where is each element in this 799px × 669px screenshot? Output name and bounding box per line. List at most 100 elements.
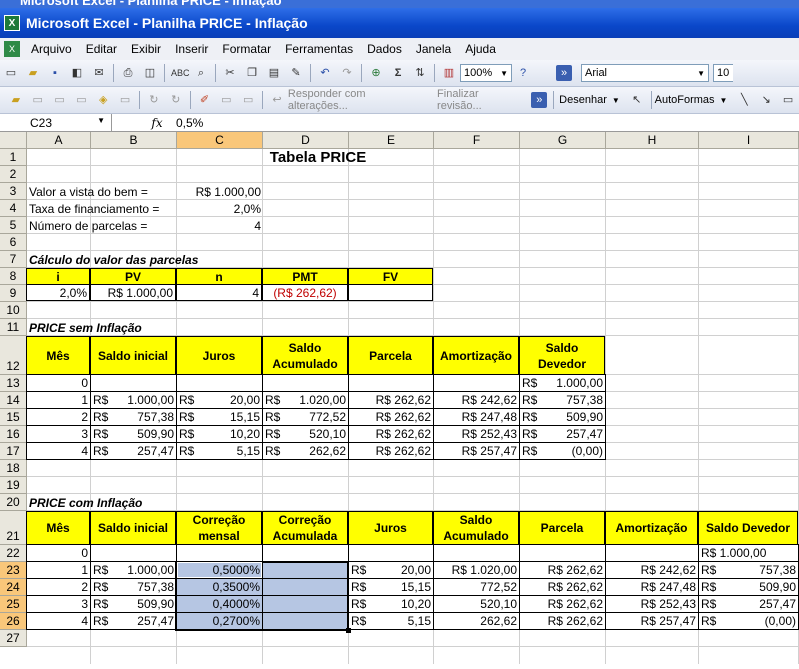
com-saldo-inicial[interactable]: R$ 509,90 [90, 595, 177, 613]
redo-icon[interactable]: ↷ [339, 65, 355, 81]
row-header-9[interactable]: 9 [0, 285, 27, 302]
com-mes[interactable]: 2 [26, 578, 91, 596]
worksheet-grid[interactable]: A B C D E F G H I 1 2 3 4 5 6 7 8 9 10 11 12 13 14 15 16 17 18 19 20… [0, 132, 799, 669]
workbook-icon[interactable]: X [4, 41, 20, 57]
sem-mes[interactable]: 2 [26, 408, 91, 426]
cut-icon[interactable]: ✂ [222, 65, 238, 81]
com-juros[interactable]: R$ 20,00 [348, 561, 434, 579]
com-header-juros[interactable]: Juros [348, 511, 433, 545]
input-label[interactable]: Valor a vista do bem = [27, 183, 177, 200]
com-saldo-inicial[interactable]: R$ 757,38 [90, 578, 177, 596]
rectangle-icon[interactable]: ▭ [780, 92, 796, 108]
permission-icon[interactable]: ◧ [69, 65, 85, 81]
com-correcao-mensal[interactable]: 0,2700% [176, 612, 263, 630]
sem-header-juros[interactable]: Juros [176, 336, 262, 375]
sem-header-saldo-acumulado[interactable]: Saldo Acumulado [262, 336, 348, 375]
com-header-correcao-mensal[interactable]: Correção mensal [176, 511, 262, 545]
chart-wizard-icon[interactable]: ▥ [441, 65, 457, 81]
sem-header-saldo-devedor[interactable]: Saldo Devedor [519, 336, 605, 375]
com-saldo-acumulado[interactable]: 772,52 [433, 578, 520, 596]
review-icon-7[interactable]: ↻ [168, 92, 184, 108]
column-header-b[interactable]: B [91, 132, 177, 149]
row-header-15[interactable]: 15 [0, 409, 27, 426]
row-header-21[interactable]: 21 [0, 511, 27, 545]
select-all-corner[interactable] [0, 132, 27, 149]
name-box[interactable]: C23 ▼ [0, 114, 112, 131]
com-saldo-inicial[interactable] [90, 544, 177, 562]
com-mes[interactable]: 4 [26, 612, 91, 630]
reply-changes-icon[interactable]: ↩ [269, 92, 285, 108]
sem-header-mes[interactable]: Mês [26, 336, 90, 375]
excel-app-icon[interactable]: X [4, 15, 20, 31]
toolbar-options-icon[interactable]: » [556, 65, 572, 81]
com-header-mes[interactable]: Mês [26, 511, 90, 545]
com-header-amortizacao[interactable]: Amortização [605, 511, 698, 545]
row-header-22[interactable]: 22 [0, 545, 27, 562]
format-painter-icon[interactable]: ✎ [288, 65, 304, 81]
sem-juros[interactable] [176, 374, 263, 392]
sem-amortizacao[interactable]: R$ 247,48 [433, 408, 520, 426]
review-icon-8[interactable]: ▭ [218, 92, 234, 108]
com-header-parcela[interactable]: Parcela [519, 511, 605, 545]
calc-value-n[interactable]: 4 [176, 284, 262, 301]
sem-saldo-inicial[interactable]: R$ 509,90 [90, 425, 177, 443]
sem-amortizacao[interactable]: R$ 257,47 [433, 442, 520, 460]
menu-inserir[interactable]: Inserir [168, 42, 215, 56]
menu-ajuda[interactable]: Ajuda [458, 42, 503, 56]
row-header-8[interactable]: 8 [0, 268, 27, 285]
menu-exibir[interactable]: Exibir [124, 42, 168, 56]
row-header-1[interactable]: 1 [0, 149, 27, 166]
calc-value-fv[interactable] [348, 284, 433, 301]
font-size-select[interactable]: 10 [713, 64, 733, 82]
row-header-18[interactable]: 18 [0, 460, 27, 477]
row-header-23[interactable]: 23 [0, 562, 27, 579]
save-icon[interactable]: ▪ [47, 65, 63, 81]
sem-parcela[interactable] [348, 374, 434, 392]
sem-header-parcela[interactable]: Parcela [348, 336, 433, 375]
column-header-g[interactable]: G [520, 132, 606, 149]
column-header-f[interactable]: F [434, 132, 520, 149]
menu-ferramentas[interactable]: Ferramentas [278, 42, 360, 56]
sem-parcela[interactable]: R$ 262,62 [348, 408, 434, 426]
com-saldo-acumulado[interactable]: R$ 1.020,00 [433, 561, 520, 579]
row-header-14[interactable]: 14 [0, 392, 27, 409]
zoom-select[interactable]: 100% ▼ [460, 64, 512, 82]
com-correcao-mensal[interactable]: 0,3500% [176, 578, 263, 596]
sem-saldo-devedor[interactable]: R$ 1.000,00 [519, 374, 606, 392]
paste-icon[interactable]: ▤ [266, 65, 282, 81]
sem-mes[interactable]: 1 [26, 391, 91, 409]
sem-parcela[interactable]: R$ 262,62 [348, 391, 434, 409]
row-header-11[interactable]: 11 [0, 319, 27, 336]
hyperlink-icon[interactable]: ⊕ [368, 65, 384, 81]
price-sem-title[interactable]: PRICE sem Inflação [27, 319, 263, 336]
calc-header-i[interactable]: i [26, 268, 90, 285]
line-icon[interactable]: ╲ [736, 92, 752, 108]
com-amortizacao[interactable]: R$ 257,47 [605, 612, 699, 630]
com-saldo-inicial[interactable]: R$ 1.000,00 [90, 561, 177, 579]
formula-input[interactable]: 0,5% [172, 116, 203, 130]
com-parcela[interactable]: R$ 262,62 [519, 578, 606, 596]
sem-saldo-devedor[interactable]: R$ 257,47 [519, 425, 606, 443]
sem-saldo-devedor[interactable]: R$ (0,00) [519, 442, 606, 460]
sem-saldo-acumulado[interactable]: R$ 772,52 [262, 408, 349, 426]
review-icon-6[interactable]: ↻ [146, 92, 162, 108]
com-juros[interactable]: R$ 5,15 [348, 612, 434, 630]
menu-editar[interactable]: Editar [79, 42, 124, 56]
row-header-10[interactable]: 10 [0, 302, 27, 319]
input-label[interactable]: Número de parcelas = [27, 217, 177, 234]
new-icon[interactable]: ▭ [3, 65, 19, 81]
com-mes[interactable]: 0 [26, 544, 91, 562]
folder-icon[interactable]: ▰ [8, 92, 24, 108]
sem-amortizacao[interactable]: R$ 242,62 [433, 391, 520, 409]
com-amortizacao[interactable]: R$ 247,48 [605, 578, 699, 596]
track-changes-icon[interactable]: ✐ [197, 92, 213, 108]
com-saldo-inicial[interactable]: R$ 257,47 [90, 612, 177, 630]
sem-saldo-devedor[interactable]: R$ 509,90 [519, 408, 606, 426]
sem-saldo-inicial[interactable] [90, 374, 177, 392]
sem-juros[interactable]: R$ 15,15 [176, 408, 263, 426]
row-header-26[interactable]: 26 [0, 613, 27, 630]
input-value[interactable]: R$ 1.000,00 [177, 183, 263, 200]
sem-saldo-devedor[interactable]: R$ 757,38 [519, 391, 606, 409]
com-saldo-acumulado[interactable]: 520,10 [433, 595, 520, 613]
com-correcao-acumulada[interactable] [262, 595, 349, 613]
